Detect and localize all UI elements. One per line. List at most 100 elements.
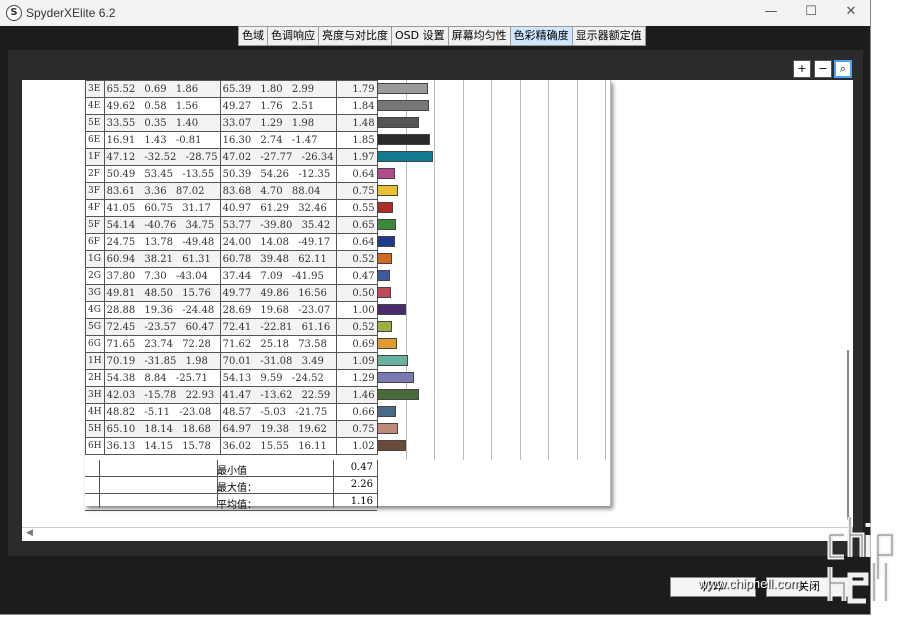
patch-id: 1H: [85, 352, 105, 370]
reference-lab: 70.01 -31.08 3.49: [219, 352, 337, 370]
patch-id: 2F: [85, 165, 105, 183]
summary-row: 平均值： 1.16: [85, 494, 377, 511]
report-viewer[interactable]: 3E 65.52 0.69 1.86 65.39 1.80 2.99 1.79 4E 49…: [22, 80, 852, 527]
delta-e: 0.66: [335, 403, 378, 421]
delta-e: 1.02: [335, 437, 378, 455]
reference-lab: 65.39 1.80 2.99: [219, 80, 337, 98]
tab-brightness-contrast[interactable]: 亮度与对比度: [318, 26, 392, 46]
tab-monitor-rating[interactable]: 显示器额定值: [571, 26, 646, 46]
delta-e: 1.29: [335, 369, 378, 387]
gridline: [548, 80, 549, 460]
delta-e-bar: [377, 321, 392, 332]
reference-lab: 28.69 19.68 -23.07: [219, 301, 337, 319]
patch-id: 3E: [85, 80, 105, 98]
summary-label: 最大值：: [217, 483, 257, 494]
table-row: 6G 71.65 23.74 72.28 71.62 25.18 73.58 0.69: [85, 335, 378, 353]
measured-lab: 42.03 -15.78 22.93: [103, 386, 221, 404]
tab-gamut[interactable]: 色域: [238, 26, 268, 46]
measured-lab: 37.80 7.30 -43.04: [103, 267, 221, 285]
delta-e: 0.52: [335, 250, 378, 268]
table-row: 2F 50.49 53.45 -13.55 50.39 54.26 -12.35 0.…: [85, 165, 378, 183]
delta-e: 0.47: [335, 267, 378, 285]
reference-lab: 33.07 1.29 1.98: [219, 114, 337, 132]
table-row: 1G 60.94 38.21 61.31 60.78 39.48 62.11 0.52: [85, 250, 378, 268]
maximize-button[interactable]: ☐: [796, 4, 826, 19]
gridline: [605, 80, 606, 460]
measured-lab: 65.10 18.14 18.68: [103, 420, 221, 438]
summary-divider: [377, 460, 378, 508]
measured-lab: 33.55 0.35 1.40: [103, 114, 221, 132]
table-row: 6H 36.13 14.15 15.78 36.02 15.55 16.11 1.02: [85, 437, 378, 455]
table-row: 4G 28.88 19.36 -24.48 28.69 19.68 -23.07 1.…: [85, 301, 378, 319]
reference-lab: 37.44 7.09 -41.95: [219, 267, 337, 285]
measured-lab: 83.61 3.36 87.02: [103, 182, 221, 200]
reference-lab: 41.47 -13.62 22.59: [219, 386, 337, 404]
tab-color-accuracy[interactable]: 色彩精确度: [509, 26, 573, 46]
patch-id: 5F: [85, 216, 105, 234]
table-row: 4F 41.05 60.75 31.17 40.97 61.29 32.46 0.55: [85, 199, 378, 217]
table-row: 1H 70.19 -31.85 1.98 70.01 -31.08 3.49 1.09: [85, 352, 378, 370]
tab-uniformity[interactable]: 屏幕均匀性: [447, 26, 511, 46]
table-row: 5G 72.45 -23.57 60.47 72.41 -22.81 61.16 0.…: [85, 318, 378, 336]
patch-id: 4F: [85, 199, 105, 217]
table-row: 3E 65.52 0.69 1.86 65.39 1.80 2.99 1.79: [85, 80, 378, 98]
zoom-out-icon[interactable]: −: [814, 60, 832, 78]
reference-lab: 83.68 4.70 88.04: [219, 182, 337, 200]
watermark-text: www.chiphell.com: [698, 576, 802, 591]
reference-lab: 49.27 1.76 2.51: [219, 97, 337, 115]
close-window-button[interactable]: ✕: [836, 4, 866, 19]
delta-e-bar: [377, 117, 420, 128]
delta-e: 1.97: [335, 148, 378, 166]
patch-id: 5G: [85, 318, 105, 336]
summary-value: 0.47: [350, 462, 373, 473]
zoom-fit-icon[interactable]: ⌕: [834, 60, 852, 78]
table-row: 3F 83.61 3.36 87.02 83.68 4.70 88.04 0.75: [85, 182, 378, 200]
table-row: 2H 54.38 8.84 -25.71 54.13 9.59 -24.52 1.29: [85, 369, 378, 387]
table-row: 5H 65.10 18.14 18.68 64.97 19.38 19.62 0.75: [85, 420, 378, 438]
app-window: S SpyderXElite 6.2 — ☐ ✕ 色域 色调响应 亮度与对比度 …: [0, 0, 871, 615]
delta-e: 0.52: [335, 318, 378, 336]
measured-lab: 70.19 -31.85 1.98: [103, 352, 221, 370]
delta-e: 1.79: [335, 80, 378, 98]
gridline: [491, 80, 492, 460]
patch-id: 3H: [85, 386, 105, 404]
app-logo-icon: S: [6, 5, 22, 21]
tab-tone-response[interactable]: 色调响应: [267, 26, 319, 46]
delta-e-bar: [377, 287, 392, 298]
summary-row: 最小值 0.47: [85, 460, 377, 477]
zoom-in-icon[interactable]: +: [793, 60, 811, 78]
reference-lab: 36.02 15.55 16.11: [219, 437, 337, 455]
gridline: [519, 80, 521, 460]
delta-e-bar: [377, 423, 399, 434]
scroll-thumb[interactable]: [847, 350, 849, 520]
delta-e: 0.50: [335, 284, 378, 302]
delta-e: 0.64: [335, 165, 378, 183]
delta-e: 0.55: [335, 199, 378, 217]
measured-lab: 16.91 1.43 -0.81: [103, 131, 221, 149]
delta-e-bar: [377, 338, 397, 349]
tab-osd-settings[interactable]: OSD 设置: [391, 26, 449, 46]
table-row: 1F 47.12 -32.52 -28.75 47.02 -27.77 -26.34…: [85, 148, 378, 166]
tab-strip: 色域 色调响应 亮度与对比度 OSD 设置 屏幕均匀性 色彩精确度 显示器额定值: [238, 26, 646, 46]
patch-id: 4E: [85, 97, 105, 115]
delta-e-bar: [377, 185, 399, 196]
measured-lab: 60.94 38.21 61.31: [103, 250, 221, 268]
measured-lab: 24.75 13.78 -49.48: [103, 233, 221, 251]
horizontal-scrollbar[interactable]: ◀: [22, 527, 852, 541]
patch-id: 5E: [85, 114, 105, 132]
reference-lab: 24.00 14.08 -49.17: [219, 233, 337, 251]
measured-lab: 54.38 8.84 -25.71: [103, 369, 221, 387]
summary-label: 平均值：: [217, 500, 257, 511]
scroll-left-icon[interactable]: ◀: [26, 528, 33, 538]
patch-id: 2G: [85, 267, 105, 285]
delta-e: 0.65: [335, 216, 378, 234]
delta-e-bar: [377, 406, 396, 417]
measured-lab: 47.12 -32.52 -28.75: [103, 148, 221, 166]
delta-e-bar: [377, 304, 406, 315]
delta-e: 1.09: [335, 352, 378, 370]
measured-lab: 49.62 0.58 1.56: [103, 97, 221, 115]
vertical-scrollbar[interactable]: [843, 80, 853, 527]
delta-e-bar: [377, 202, 393, 213]
minimize-button[interactable]: —: [756, 4, 786, 19]
reference-lab: 48.57 -5.03 -21.75: [219, 403, 337, 421]
